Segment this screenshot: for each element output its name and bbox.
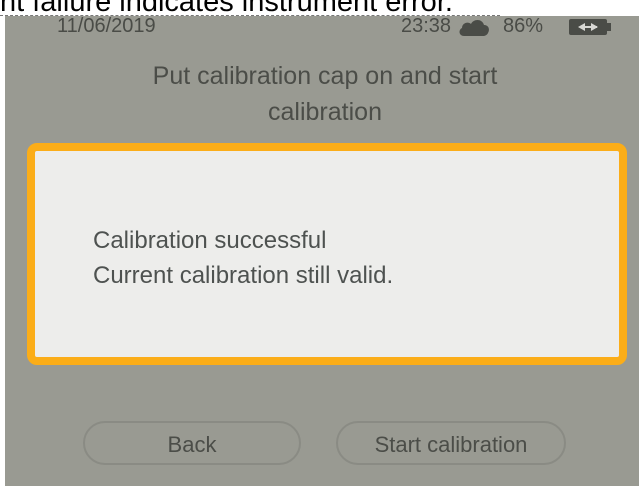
battery-percent: 86% [503,16,544,37]
screenshot-root: nt failure indicates instrument error. 1… [0,0,639,486]
status-time: 23:38 [401,16,452,37]
battery-charging-icon [569,19,611,35]
caption-label: nt failure indicates instrument error. [0,0,453,16]
start-calibration-button[interactable]: Start calibration [336,421,566,465]
status-date: 11/06/2019 [57,16,156,37]
dialog-message-line-2: Current calibration still valid. [93,262,394,289]
caption-text: nt failure indicates instrument error. [0,0,639,16]
device-screen: 11/06/2019 23:38 86% Put calibration cap… [5,16,639,486]
instruction-line-2: calibration [268,98,382,126]
dialog-message-line-1: Calibration successful [93,227,327,254]
instruction-heading: Put calibration cap on and start calibra… [85,58,565,130]
back-button[interactable]: Back [83,421,301,465]
instruction-line-1: Put calibration cap on and start [152,62,498,90]
cloud-icon [459,20,489,36]
status-bar: 11/06/2019 23:38 86% [5,16,639,40]
calibration-result-dialog: Calibration successful Current calibrati… [27,143,627,365]
